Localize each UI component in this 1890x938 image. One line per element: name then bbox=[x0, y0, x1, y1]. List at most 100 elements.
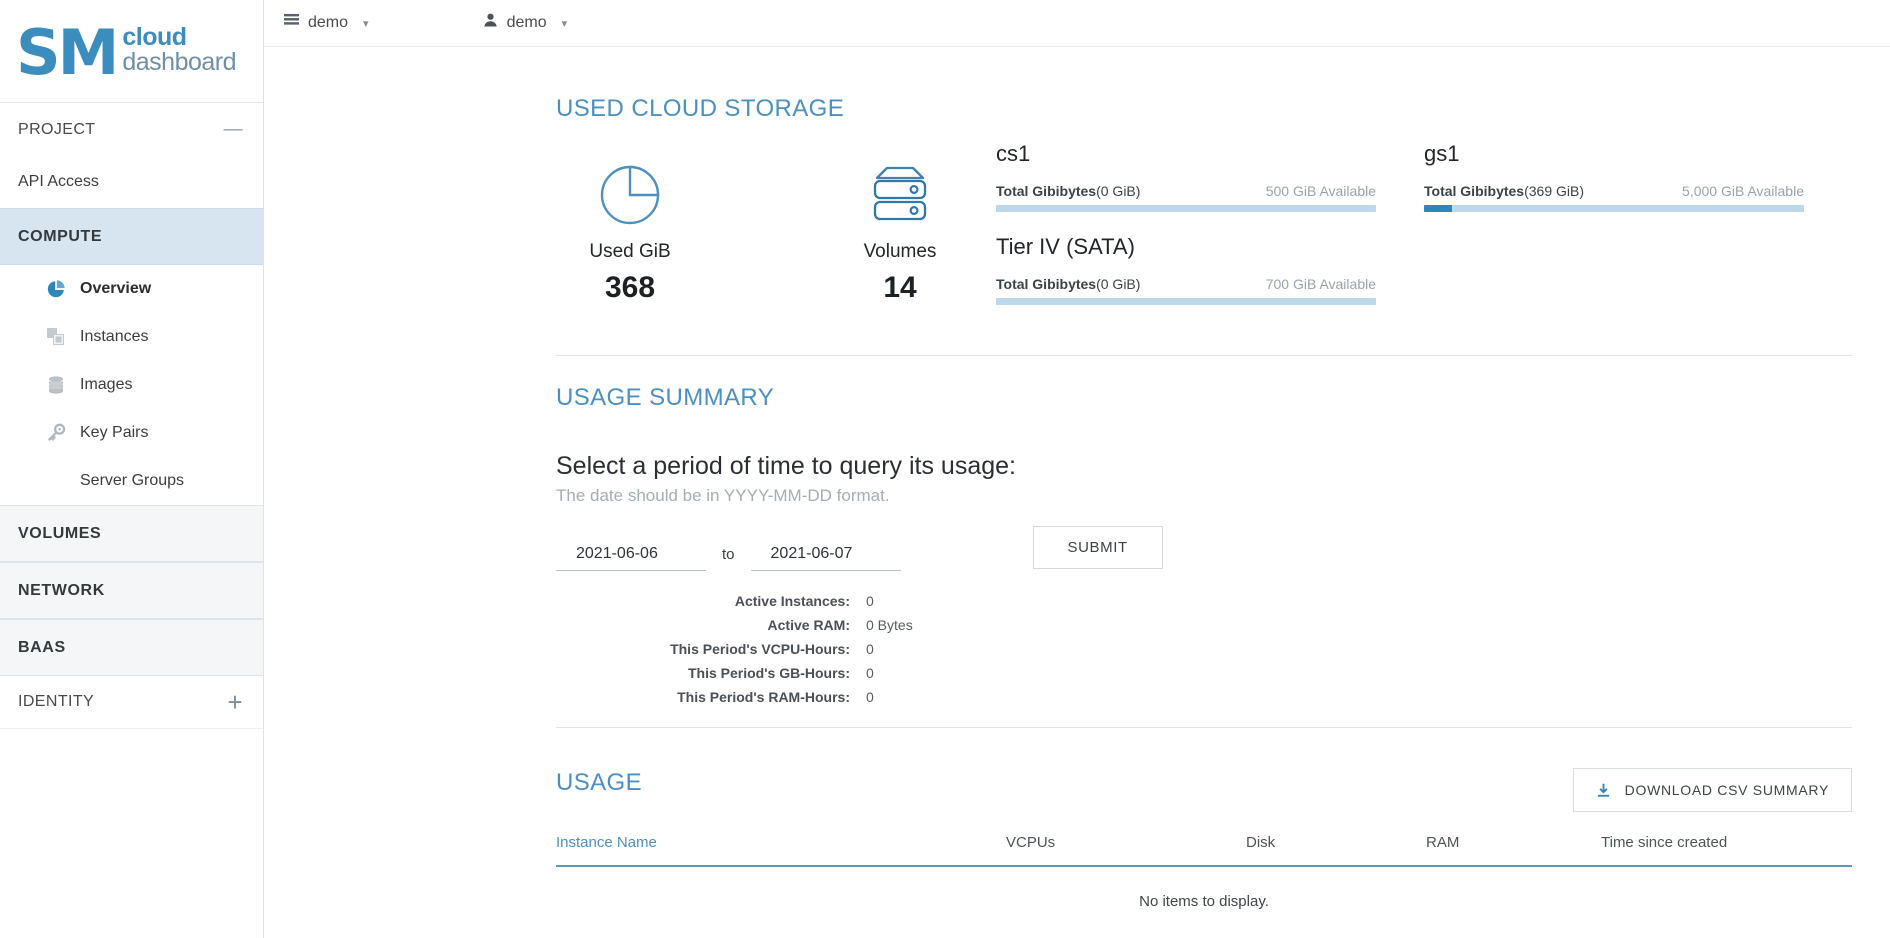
summary-value: 0 bbox=[866, 641, 874, 657]
summary-row: This Period's VCPU-Hours: 0 bbox=[556, 641, 1852, 665]
sidebar: SM cloud dashboard PROJECT — API Access … bbox=[0, 0, 264, 938]
sidebar-group-baas[interactable]: BAAS bbox=[0, 619, 263, 676]
sidebar-identity-label: IDENTITY bbox=[18, 693, 95, 710]
quota-name: cs1 bbox=[996, 141, 1031, 166]
stat-volumes: Volumes 14 bbox=[826, 141, 974, 327]
sidebar-item-label: Overview bbox=[80, 280, 152, 297]
quota-metric: Total Gibibytes bbox=[996, 183, 1097, 199]
column-header-vcpus: VCPUs bbox=[1006, 834, 1246, 867]
sidebar-item-images[interactable]: Images bbox=[0, 361, 263, 409]
sidebar-item-server-groups[interactable]: Server Groups bbox=[0, 457, 263, 505]
sidebar-group-label: VOLUMES bbox=[18, 524, 102, 542]
volumes-icon bbox=[826, 155, 974, 231]
stat-used-gib: Used GiB 368 bbox=[556, 141, 704, 327]
date-range-form: to SUBMIT bbox=[556, 526, 1852, 571]
summary-row: This Period's GB-Hours: 0 bbox=[556, 665, 1852, 689]
empty-state-text: No items to display. bbox=[1139, 893, 1269, 910]
sidebar-project-label: PROJECT bbox=[18, 120, 96, 138]
sidebar-group-label: BAAS bbox=[18, 638, 66, 656]
page-title-used-cloud-storage: USED CLOUD STORAGE bbox=[556, 95, 845, 122]
brand-logo[interactable]: SM cloud dashboard bbox=[0, 0, 263, 103]
page-title-usage: USAGE bbox=[556, 769, 643, 796]
summary-key: Active Instances: bbox=[734, 593, 850, 609]
stat-value: 368 bbox=[604, 271, 656, 304]
summary-value: 0 bbox=[866, 665, 874, 681]
quota-item: gs1 Total Gibibytes(369 GiB) 5,000 GiB A… bbox=[1424, 141, 1852, 212]
sidebar-identity-header[interactable]: IDENTITY + bbox=[0, 676, 263, 729]
brand-mark: SM bbox=[16, 16, 119, 90]
sidebar-group-label: COMPUTE bbox=[18, 227, 103, 245]
sidebar-group-volumes[interactable]: VOLUMES bbox=[0, 505, 263, 562]
user-name: demo bbox=[506, 14, 547, 31]
column-header-time-since-created: Time since created bbox=[1601, 834, 1852, 867]
usage-table: Instance Name VCPUs Disk RAM Time since … bbox=[556, 834, 1852, 910]
quota-progress-bar bbox=[996, 298, 1376, 305]
quota-available: 5,000 GiB Available bbox=[1682, 183, 1804, 199]
usage-header: USAGE DOWNLOAD CSV SUMMARY bbox=[556, 728, 1852, 812]
sidebar-group-label: NETWORK bbox=[18, 581, 105, 599]
sidebar-item-overview[interactable]: Overview bbox=[0, 265, 263, 313]
chevron-down-icon[interactable]: ▾ bbox=[363, 17, 369, 30]
table-header-row: Instance Name VCPUs Disk RAM Time since … bbox=[556, 834, 1852, 867]
period-hint: The date should be in YYYY-MM-DD format. bbox=[556, 486, 890, 505]
brand-line2: dashboard bbox=[122, 47, 237, 76]
chevron-down-icon[interactable]: ▾ bbox=[562, 17, 568, 30]
quota-progress-bar bbox=[1424, 205, 1804, 212]
quota-name: Tier IV (SATA) bbox=[996, 234, 1135, 259]
summary-row: Active RAM: 0 Bytes bbox=[556, 617, 1852, 641]
plus-icon[interactable]: + bbox=[227, 689, 243, 715]
brand-line1: cloud bbox=[122, 22, 187, 51]
summary-key: This Period's RAM-Hours: bbox=[677, 689, 850, 705]
list-icon bbox=[284, 13, 299, 33]
submit-button[interactable]: SUBMIT bbox=[1032, 526, 1163, 569]
user-icon bbox=[483, 13, 498, 33]
project-selector[interactable]: demo ▾ bbox=[284, 13, 387, 33]
date-from-input[interactable] bbox=[556, 541, 706, 571]
summary-value: 0 bbox=[866, 593, 874, 609]
stat-label: Used GiB bbox=[589, 241, 671, 262]
quota-progress-fill bbox=[1424, 205, 1453, 212]
quota-available: 700 GiB Available bbox=[1265, 276, 1376, 292]
sidebar-item-label: Server Groups bbox=[80, 472, 185, 489]
app-root: SM cloud dashboard PROJECT — API Access … bbox=[0, 0, 1890, 938]
project-name: demo bbox=[308, 14, 349, 31]
sidebar-group-compute[interactable]: COMPUTE bbox=[0, 208, 263, 265]
user-menu[interactable]: demo ▾ bbox=[483, 13, 586, 33]
column-header-instance-name[interactable]: Instance Name bbox=[556, 834, 1006, 867]
sidebar-project-header[interactable]: PROJECT — bbox=[0, 103, 263, 156]
sidebar-item-label: Instances bbox=[80, 328, 149, 345]
pie-chart-icon bbox=[46, 279, 80, 299]
main-panel: demo ▾ demo ▾ USED CLOUD STORAGE Used Gi… bbox=[264, 0, 1890, 938]
column-header-disk: Disk bbox=[1246, 834, 1426, 867]
summary-key: This Period's GB-Hours: bbox=[687, 665, 850, 681]
summary-value: 0 Bytes bbox=[866, 617, 913, 633]
sidebar-item-key-pairs[interactable]: Key Pairs bbox=[0, 409, 263, 457]
quota-list: cs1 Total Gibibytes(0 GiB) 500 GiB Avail… bbox=[974, 141, 1852, 327]
quota-metric: Total Gibibytes bbox=[1424, 183, 1525, 199]
sidebar-item-instances[interactable]: Instances bbox=[0, 313, 263, 361]
usage-summary-stats: Active Instances: 0 Active RAM: 0 Bytes … bbox=[556, 593, 1852, 713]
key-icon bbox=[46, 423, 80, 443]
download-csv-button[interactable]: DOWNLOAD CSV SUMMARY bbox=[1572, 768, 1852, 812]
stat-label: Volumes bbox=[863, 241, 937, 262]
summary-value: 0 bbox=[866, 689, 874, 705]
stat-spacer bbox=[704, 141, 826, 327]
pie-chart-icon bbox=[556, 155, 704, 231]
quota-used: (369 GiB) bbox=[1524, 183, 1585, 199]
date-to-input[interactable] bbox=[750, 541, 901, 571]
quota-name: gs1 bbox=[1424, 141, 1460, 166]
quota-metric: Total Gibibytes bbox=[996, 276, 1097, 292]
page-content: USED CLOUD STORAGE Used GiB 368 Volumes … bbox=[556, 47, 1852, 910]
sidebar-group-network[interactable]: NETWORK bbox=[0, 562, 263, 619]
period-heading: Select a period of time to query its usa… bbox=[556, 452, 1016, 480]
sidebar-item-api-access[interactable]: API Access bbox=[0, 156, 263, 208]
quota-progress-bar bbox=[996, 205, 1376, 212]
quota-available: 500 GiB Available bbox=[1265, 183, 1376, 199]
quota-used: (0 GiB) bbox=[1096, 276, 1141, 292]
quota-item: cs1 Total Gibibytes(0 GiB) 500 GiB Avail… bbox=[996, 141, 1424, 212]
storage-overview: Used GiB 368 Volumes 14 cs1 Total Gibiby… bbox=[556, 123, 1852, 327]
quota-item: Tier IV (SATA) Total Gibibytes(0 GiB) 70… bbox=[996, 234, 1424, 305]
collapse-icon[interactable]: — bbox=[224, 120, 243, 139]
download-csv-label: DOWNLOAD CSV SUMMARY bbox=[1624, 782, 1829, 798]
date-to-label: to bbox=[722, 546, 735, 563]
